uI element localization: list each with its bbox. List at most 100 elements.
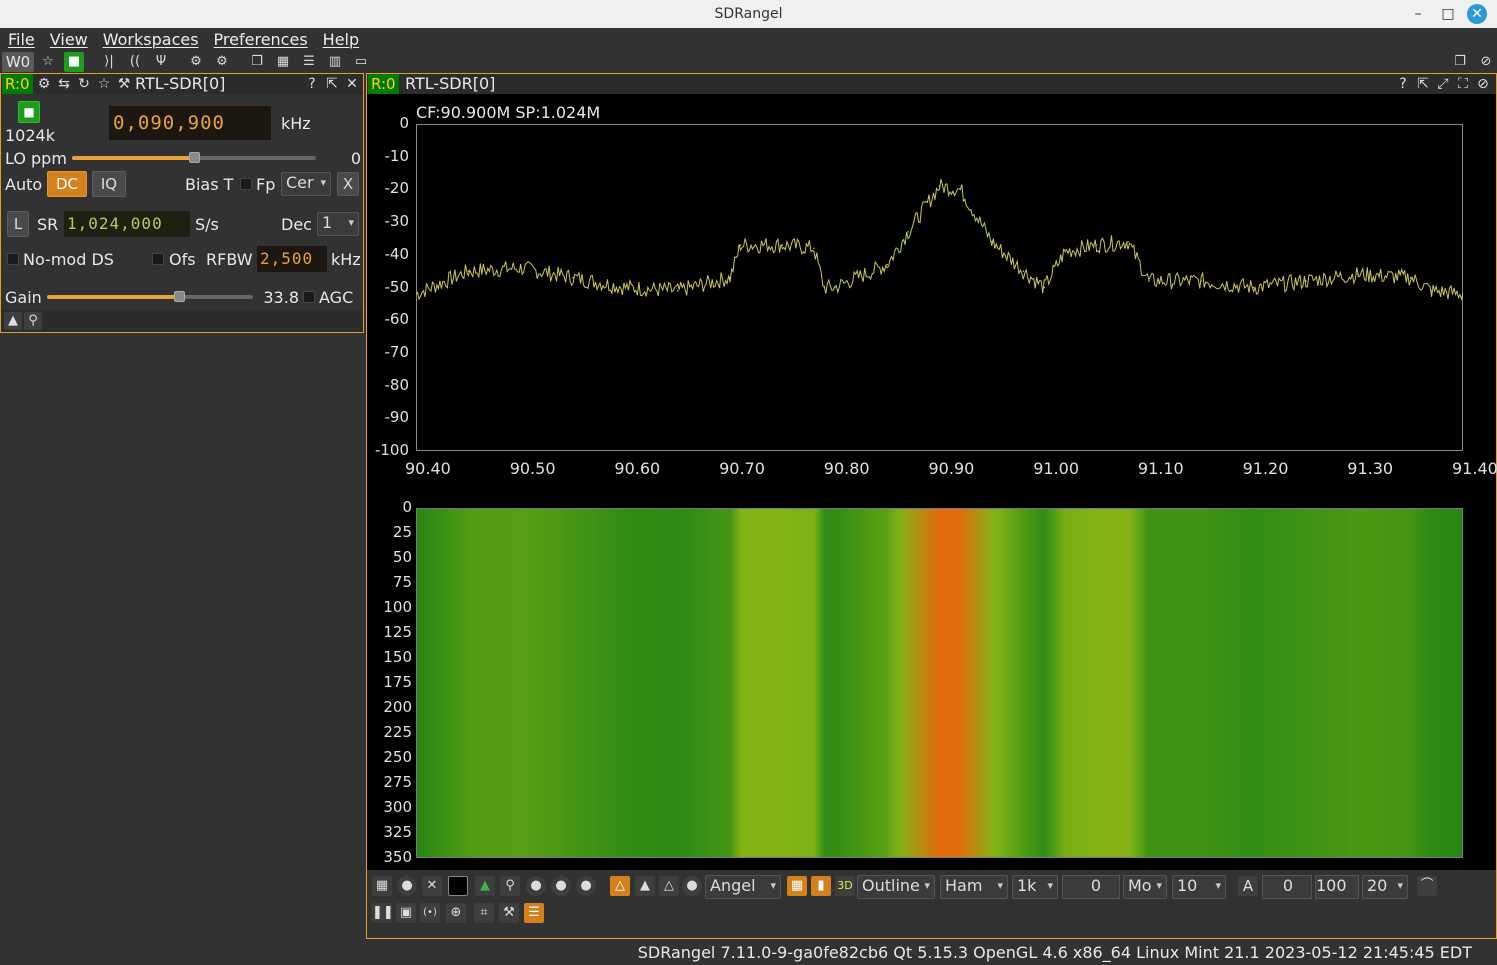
knob-b-icon[interactable]: ●	[551, 876, 571, 896]
histogram-icon[interactable]: △	[659, 876, 679, 896]
change-device-icon[interactable]: ⇆	[55, 75, 73, 93]
stack-icon[interactable]: ☰	[299, 52, 319, 72]
knob-c-icon[interactable]: ●	[576, 876, 596, 896]
waterfall-tick-label: 275	[383, 773, 412, 791]
lo-ppm-value: 0	[350, 149, 361, 168]
3d-icon[interactable]: 3D	[835, 876, 855, 896]
save-icon[interactable]: ▣	[396, 903, 416, 923]
spectrum-point	[1148, 280, 1150, 282]
ofs-checkbox[interactable]	[152, 253, 164, 265]
settings-icon[interactable]: ⚙	[35, 75, 53, 93]
nomod-checkbox[interactable]	[7, 253, 19, 265]
x-button[interactable]: X	[337, 172, 359, 196]
add-feature-icon[interactable]: ⚙	[186, 52, 206, 72]
menu-workspaces[interactable]: Workspaces	[95, 28, 206, 52]
maximize-icon[interactable]: □	[1438, 4, 1458, 24]
cascade-icon[interactable]: ❐	[247, 52, 267, 72]
undock-icon[interactable]: ⇱	[323, 75, 341, 93]
iq-button[interactable]: IQ	[92, 171, 126, 197]
pause-icon[interactable]: ❚❚	[372, 903, 394, 923]
spectrum-help-icon[interactable]: ?	[1394, 75, 1412, 93]
menu-preferences[interactable]: Preferences	[206, 28, 315, 52]
spectrum-color-icon[interactable]: ▲	[475, 876, 495, 896]
current-icon[interactable]: ▲	[635, 876, 655, 896]
l-button[interactable]: L	[7, 211, 29, 237]
waterfall-display[interactable]	[416, 508, 1463, 858]
spectrum-point	[1252, 286, 1255, 289]
spectrum-toggle-icon[interactable]: ▲	[4, 312, 22, 330]
hide-icon[interactable]: ⊘	[1476, 52, 1496, 72]
help-icon[interactable]: ?	[303, 75, 321, 93]
menu-lines-icon[interactable]: ☰	[524, 903, 544, 923]
fullscreen-icon[interactable]: ⛶	[1454, 75, 1472, 93]
minimize-icon[interactable]: –	[1408, 4, 1428, 24]
workspace-icon[interactable]: ⚒	[115, 75, 133, 93]
sample-rate-dial[interactable]: 1,024,000	[63, 210, 191, 238]
waterfall-icon[interactable]: ▮	[811, 876, 831, 896]
palette-combo[interactable]: Angel	[705, 875, 781, 899]
decay-icon[interactable]: ●	[682, 876, 702, 896]
fp-combo[interactable]: Cer	[281, 172, 331, 196]
device-start-icon[interactable]: ■	[18, 101, 40, 123]
grid-icon[interactable]: ▦	[372, 876, 392, 896]
cross-icon[interactable]: ✕	[422, 876, 442, 896]
spectrum-rtag[interactable]: R:0	[368, 74, 399, 94]
menu-help[interactable]: Help	[315, 28, 366, 52]
columns-icon[interactable]: ▥	[325, 52, 345, 72]
device-rtag[interactable]: R:0	[2, 74, 33, 94]
fft-size-combo[interactable]: 1k	[1012, 875, 1058, 899]
marker-icon[interactable]: ⚒	[499, 903, 519, 923]
waterfall-tick-label: 250	[383, 748, 412, 766]
gain-handle[interactable]	[173, 291, 185, 302]
close-panel-icon[interactable]: ✕	[343, 75, 361, 93]
lo-ppm-handle[interactable]	[189, 152, 200, 163]
menu-file[interactable]: File	[0, 28, 42, 52]
spectrum-undock-icon[interactable]: ⇱	[1414, 75, 1432, 93]
grid-intensity-icon[interactable]: ●	[397, 876, 417, 896]
fps-combo[interactable]: 20	[1362, 875, 1408, 899]
tile-icon[interactable]: ▦	[273, 52, 293, 72]
star-icon[interactable]: ☆	[38, 52, 58, 72]
bias-t-checkbox[interactable]	[240, 178, 252, 190]
feature-settings-icon[interactable]: ⚙	[212, 52, 232, 72]
add-tx-icon[interactable]: ((	[125, 52, 145, 72]
fill-combo[interactable]: Outline	[857, 875, 935, 899]
color-icon[interactable]	[448, 876, 468, 896]
add-rx-icon[interactable]: ⟩|	[99, 52, 119, 72]
rate-combo[interactable]: 10	[1172, 875, 1226, 899]
range-spin[interactable]: 100	[1315, 875, 1359, 899]
frequency-dial[interactable]: 0,090,900	[108, 105, 272, 141]
close-window-icon[interactable]: ✕	[1467, 4, 1487, 24]
overlap-spin[interactable]: 0	[1062, 875, 1120, 899]
measure-icon[interactable]: ⌗	[474, 903, 494, 923]
rfbw-dial[interactable]: 2,500	[256, 245, 328, 273]
agc-checkbox[interactable]	[303, 291, 315, 303]
hide-spectrum-icon[interactable]: ⊘	[1474, 75, 1492, 93]
mode-combo[interactable]: Mo	[1123, 875, 1167, 899]
menu-view[interactable]: View	[42, 28, 95, 52]
waterfall-grid-icon[interactable]: ▦	[787, 876, 807, 896]
add-mimo-icon[interactable]: Ψ	[151, 52, 171, 72]
target-icon[interactable]: ⊕	[446, 903, 466, 923]
ref-level-spin[interactable]: 0	[1262, 875, 1312, 899]
antenna-icon[interactable]: ⚲	[500, 876, 520, 896]
connect-icon[interactable]: ⚲	[24, 312, 42, 330]
window-combo[interactable]: Ham	[940, 875, 1008, 899]
broadcast-icon[interactable]: (•)	[420, 903, 440, 923]
start-stop-icon[interactable]: ■	[64, 52, 84, 72]
max-hold-icon[interactable]: △	[610, 876, 630, 896]
knob-a-icon[interactable]: ●	[526, 876, 546, 896]
preset-star-icon[interactable]: ☆	[95, 75, 113, 93]
auto-scale-button[interactable]: A	[1238, 876, 1258, 896]
dc-button[interactable]: DC	[47, 171, 87, 197]
workspace-button[interactable]: W0	[2, 52, 34, 72]
dock-icon[interactable]: ❐	[1450, 52, 1470, 72]
curve-icon[interactable]: ⌒	[1417, 876, 1437, 896]
dec-combo[interactable]: 1	[317, 212, 359, 236]
gain-track[interactable]	[47, 295, 253, 299]
window-icon[interactable]: ▭	[351, 52, 371, 72]
spectrum-plot[interactable]	[416, 124, 1463, 451]
reload-icon[interactable]: ↻	[75, 75, 93, 93]
expand-icon[interactable]: ⤢	[1434, 75, 1452, 93]
spectrum-panel: R:0 RTL-SDR[0] ? ⇱ ⤢ ⛶ ⊘ CF:90.900M SP:1…	[366, 73, 1497, 939]
